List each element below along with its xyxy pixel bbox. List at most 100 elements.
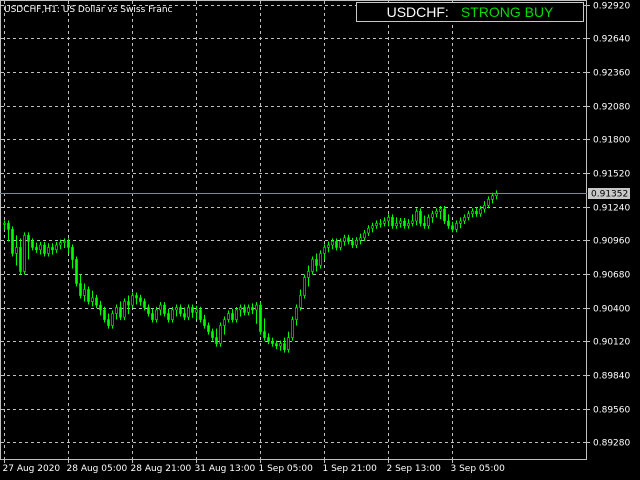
candle-body [59, 242, 62, 246]
candle-body [403, 220, 406, 227]
candle-body [287, 337, 290, 350]
candle-body [35, 247, 38, 251]
candle-body [443, 208, 446, 222]
y-tick-label: 0.91240 [593, 204, 630, 214]
y-tick-label: 0.92640 [593, 35, 630, 45]
candle-body [87, 289, 90, 302]
candle-body [439, 208, 442, 212]
candle-body [419, 211, 422, 224]
x-tick-label: 3 Sep 05:00 [451, 464, 506, 474]
candle-body [11, 229, 14, 254]
candle-body [3, 223, 6, 225]
candle-body [155, 309, 158, 320]
candle-body [391, 217, 394, 227]
candle-body [67, 241, 70, 248]
candle-body [111, 313, 114, 326]
candle-body [251, 307, 254, 311]
candle-body [71, 247, 74, 260]
candle-body [199, 309, 202, 320]
x-tick-label: 27 Aug 2020 [3, 464, 61, 474]
chart-header-symbol: USDCHF [4, 5, 41, 15]
candle-body [295, 307, 298, 320]
candle-body [395, 223, 398, 227]
candle-body [311, 259, 314, 272]
y-tick-label: 0.91800 [593, 136, 630, 146]
candle-body [359, 237, 362, 241]
candle-body [23, 235, 26, 272]
y-tick-label: 0.91520 [593, 170, 630, 180]
candle-body [455, 223, 458, 230]
candle-body [475, 211, 478, 215]
candle-body [139, 297, 142, 302]
candle-body [307, 271, 310, 278]
candle-body [483, 205, 486, 210]
candle-body [131, 295, 134, 306]
candle-body [171, 309, 174, 320]
candle-body [183, 313, 186, 318]
signal-panel: USDCHF: STRONG BUY [356, 2, 584, 22]
candle-body [187, 307, 190, 318]
current-price-tag: 0.91352 [588, 188, 630, 200]
candle-body [299, 295, 302, 308]
y-tick-label: 0.90680 [593, 271, 630, 281]
candle-body [239, 307, 242, 311]
candle-body [147, 307, 150, 314]
chart-header-text: USDCHF,H1: US Dollar vs Swiss Franc [4, 5, 173, 15]
y-tick-label: 0.89560 [593, 406, 630, 416]
x-tick-label: 2 Sep 13:00 [387, 464, 442, 474]
signal-symbol-label: USDCHF: [386, 4, 449, 20]
candle-body [91, 297, 94, 302]
candle-body [339, 241, 342, 248]
candle-body [79, 283, 82, 296]
candle-body [135, 295, 138, 299]
y-tick-label: 0.89840 [593, 372, 630, 382]
x-tick-label: 1 Sep 05:00 [259, 464, 314, 474]
candle-body [355, 239, 358, 246]
candle-body [191, 307, 194, 313]
candle-body [319, 253, 322, 266]
candle-body [479, 208, 482, 215]
candle-body [243, 307, 246, 313]
y-tick-label: 0.92360 [593, 69, 630, 79]
y-tick-label: 0.92080 [593, 103, 630, 113]
chart-header-description: US Dollar vs Swiss Franc [63, 5, 173, 15]
x-tick-label: 31 Aug 13:00 [195, 464, 256, 474]
candle-body [207, 325, 210, 332]
candle-body [103, 309, 106, 320]
candle-body [163, 304, 166, 314]
candle-body [115, 307, 118, 314]
candle-body [275, 343, 278, 347]
candle-body [447, 220, 450, 227]
candle-body [451, 225, 454, 230]
candle-body [167, 313, 170, 320]
candle-body [31, 241, 34, 248]
candle-body [47, 247, 50, 254]
candle-body [387, 217, 390, 222]
candle-body [203, 319, 206, 326]
candle-body [143, 301, 146, 308]
candle-body [323, 247, 326, 254]
candle-body [367, 227, 370, 234]
candle-body [7, 223, 10, 230]
candle-body [235, 309, 238, 320]
candle-body [327, 244, 330, 248]
candle-body [259, 304, 262, 332]
candle-body [247, 307, 250, 313]
candle-body [491, 195, 494, 200]
candle-body [211, 331, 214, 338]
price-chart[interactable]: 0.91352 0.92920 0.92640 0.92360 0.92080 0.91… [0, 0, 640, 480]
candle-body [427, 217, 430, 227]
candle-body [255, 304, 258, 311]
candle-body [51, 247, 54, 251]
candle-body [43, 244, 46, 254]
candle-body [463, 217, 466, 222]
candle-body [95, 297, 98, 306]
candle-body [335, 241, 338, 248]
candle-body [175, 307, 178, 311]
y-tick-label: 0.89280 [593, 439, 630, 449]
x-tick-label: 1 Sep 21:00 [323, 464, 378, 474]
candle-body [55, 244, 58, 251]
candle-body [351, 241, 354, 246]
candle-body [363, 232, 366, 239]
candle-body [315, 259, 318, 266]
